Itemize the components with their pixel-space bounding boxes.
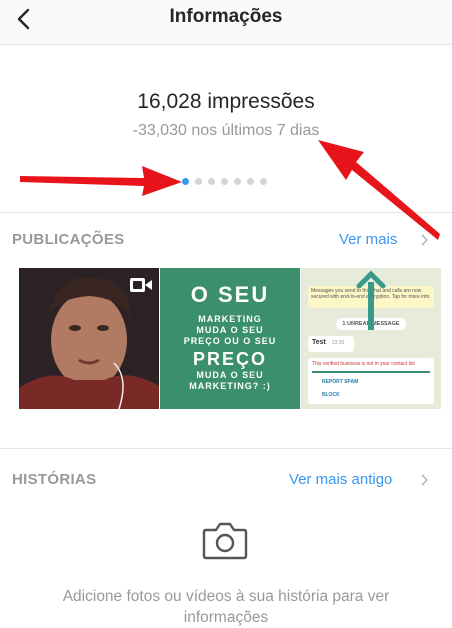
post-text-line: O SEU bbox=[190, 282, 270, 307]
stories-section-label: HISTÓRIAS bbox=[12, 471, 97, 488]
page-dot bbox=[221, 178, 228, 185]
post-text-line: PREÇO bbox=[192, 349, 267, 369]
post-text-line: MARKETING? :) bbox=[189, 381, 271, 391]
posts-grid: O SEU MARKETING MUDA O SEU PREÇO OU O SE… bbox=[19, 268, 442, 409]
page-dot bbox=[208, 178, 215, 185]
video-camera-icon bbox=[130, 278, 152, 292]
stories-see-older-link[interactable]: Ver mais antigo bbox=[289, 471, 392, 488]
annotation-arrow-icon bbox=[318, 140, 440, 240]
report-spam-label: REPORT SPAM bbox=[322, 379, 359, 385]
post-text-line: MUDA O SEU bbox=[196, 325, 264, 335]
impressions-count: 16,028 impressões bbox=[137, 90, 315, 113]
divider bbox=[0, 448, 452, 449]
card-divider bbox=[312, 371, 430, 373]
chat-message: Test 23:30 bbox=[308, 336, 354, 352]
page-dot bbox=[247, 178, 254, 185]
stories-empty-line: informações bbox=[183, 609, 269, 626]
block-label: BLOCK bbox=[322, 392, 340, 398]
camera-icon bbox=[202, 522, 248, 560]
page-dot bbox=[260, 178, 267, 185]
post-thumbnail-video[interactable] bbox=[19, 268, 159, 409]
posts-section-label: PUBLICAÇÕES bbox=[12, 231, 125, 248]
verified-note: This verified business is not in your co… bbox=[312, 361, 415, 367]
top-bar: Informações bbox=[0, 0, 452, 45]
message-text: Test bbox=[312, 339, 326, 346]
post-text-line: PREÇO OU O SEU bbox=[183, 336, 277, 346]
page-dot bbox=[195, 178, 202, 185]
page-dot bbox=[234, 178, 241, 185]
teal-arrow-up-icon bbox=[356, 270, 386, 330]
annotation-arrow-icon bbox=[20, 166, 182, 196]
post-thumbnail-text[interactable]: O SEU MARKETING MUDA O SEU PREÇO OU O SE… bbox=[160, 268, 300, 409]
page-title: Informações bbox=[169, 6, 283, 27]
post-text-line: MUDA O SEU bbox=[196, 370, 264, 380]
post-thumbnail-chat[interactable]: Messages you send to this chat and calls… bbox=[301, 268, 441, 409]
chevron-right-icon[interactable] bbox=[418, 473, 430, 487]
message-time: 23:30 bbox=[331, 340, 345, 346]
post-text-line: MARKETING bbox=[198, 314, 262, 324]
stories-empty-line: Adicione fotos ou vídeos à sua história … bbox=[62, 588, 390, 605]
stories-empty-message: Adicione fotos ou vídeos à sua história … bbox=[0, 586, 452, 628]
page-indicator bbox=[182, 178, 267, 188]
business-card: This verified business is not in your co… bbox=[308, 358, 434, 404]
